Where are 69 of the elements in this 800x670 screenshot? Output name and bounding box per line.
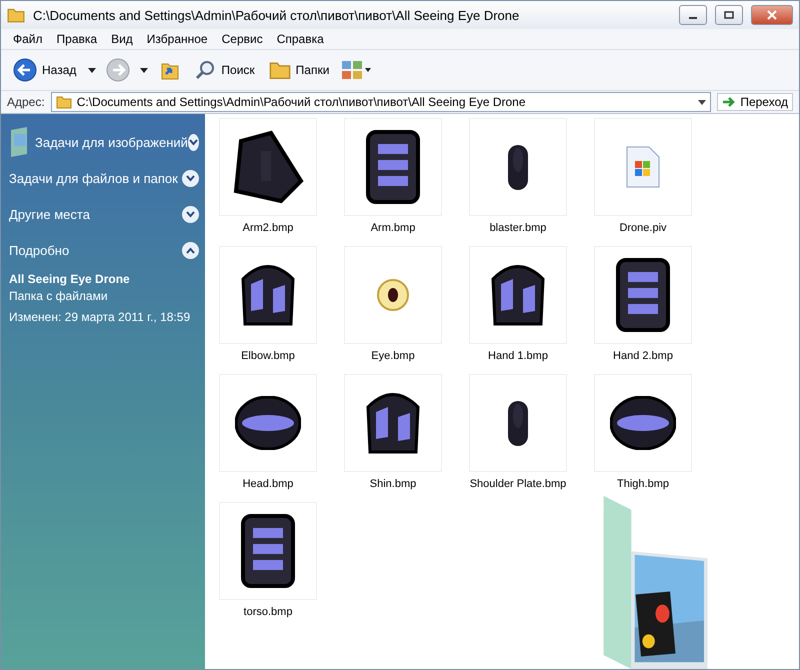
file-name: Head.bmp [242,478,294,490]
file-name: Thigh.bmp [617,478,669,490]
image-thumbnail[interactable] [344,246,442,344]
menu-item[interactable]: Избранное [146,32,208,46]
file-name: Hand 1.bmp [488,350,548,362]
collapse-button[interactable] [182,242,199,258]
file-name: torso.bmp [244,606,292,618]
section-title[interactable]: Подробно [9,242,70,258]
section-title[interactable]: Задачи для файлов и папок [9,170,178,186]
caret-icon[interactable] [88,68,96,72]
folder-icon [56,94,72,110]
address-label: Адрес: [7,95,45,109]
image-thumbnail[interactable] [344,374,442,472]
file-name: Shin.bmp [370,478,416,490]
file-name: Eye.bmp [371,350,415,362]
address-field[interactable]: C:\Documents and Settings\Admin\Рабочий стол\пивот\пивот\All Seeing Eye Drone [50,92,712,112]
file-name: Arm.bmp [370,222,416,234]
arrow-icon [722,96,736,108]
menu-item[interactable]: Файл [13,32,43,46]
folder-type: Папка с файлами [9,289,109,303]
dropdown-icon[interactable] [698,100,706,104]
maximize-icon [724,11,734,19]
caret-icon[interactable] [140,68,148,72]
folders-button[interactable]: Папки [266,57,332,83]
close-icon [767,10,777,20]
image-thumbnail[interactable] [469,118,567,216]
image-thumbnail[interactable] [469,246,567,344]
chevron-up-icon [186,246,195,254]
chevron-down-icon [186,210,195,218]
menu-item[interactable]: Сервис [222,32,263,46]
file-thumbnail[interactable] [594,118,692,216]
image-thumbnail[interactable] [344,118,442,216]
go-button[interactable]: Переход [717,93,793,111]
section-title[interactable]: Задачи для изображений [35,134,188,150]
image-thumbnail[interactable] [219,502,317,600]
image-thumbnail[interactable] [219,246,317,344]
chevron-down-icon [188,138,198,146]
file-name: Drone.piv [619,222,667,234]
file-name: Hand 2.bmp [613,350,673,362]
minimize-button[interactable] [679,5,707,25]
search-icon [194,59,216,81]
maximize-button[interactable] [715,5,743,25]
views-icon[interactable] [341,59,372,81]
expand-button[interactable] [188,134,199,150]
search-button[interactable]: Поиск [192,57,257,83]
image-thumbnail[interactable] [219,118,317,216]
file-name: blaster.bmp [490,222,546,234]
menu-item[interactable]: Справка [276,32,324,46]
menu-item[interactable]: Правка [56,32,98,46]
modified-date: Изменен: 29 марта 2011 г., 18:59 [9,310,192,324]
chevron-down-icon [186,174,195,182]
expand-button[interactable] [182,170,199,186]
close-button[interactable] [751,5,793,25]
image-thumbnail[interactable] [594,374,692,472]
expand-button[interactable] [182,206,199,222]
file-name: Elbow.bmp [241,350,295,362]
file-name: Arm2.bmp [242,222,294,234]
document-icon [625,145,661,189]
image-thumbnail[interactable] [594,246,692,344]
back-button[interactable]: Назад [11,56,78,84]
file-name: Shoulder Plate.bmp [470,478,566,490]
forward-button[interactable] [106,58,130,82]
window-title: C:\Documents and Settings\Admin\Рабочий стол\пивот\пивот\All Seeing Eye Drone [33,8,520,22]
image-thumbnail[interactable] [219,374,317,472]
menu-item[interactable]: Вид [111,32,133,46]
section-title[interactable]: Другие места [9,206,90,222]
image-thumbnail[interactable] [469,374,567,472]
folder-name: All Seeing Eye Drone [9,272,131,286]
folder-icon [7,6,25,24]
